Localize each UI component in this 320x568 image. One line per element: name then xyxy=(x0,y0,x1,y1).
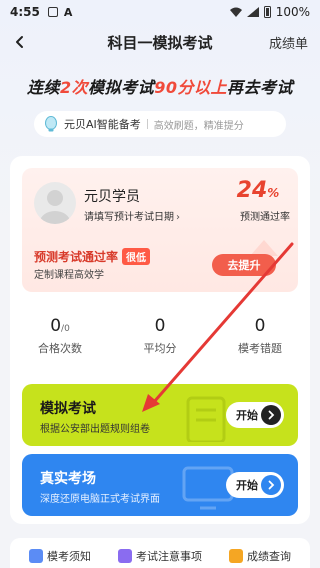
exam-main-card: 元贝学员 请填写预计考试日期 › 24% 预测通过率 预测考试通过率 很低 定制课程… xyxy=(10,156,310,524)
divider xyxy=(146,119,148,129)
ai-prep-subtitle: 高效刷题，精准提分 xyxy=(153,120,244,132)
predict-title: 预测考试通过率 很低 xyxy=(34,248,151,265)
notice-icon xyxy=(29,549,43,563)
battery-level: 100% xyxy=(275,5,310,19)
real-exam-card[interactable]: 真实考场 深度还原电脑正式考试界面 开始 xyxy=(22,454,298,516)
a-icon: A xyxy=(63,5,73,19)
stats-row: 0/0 合格次数 0 平均分 0 模考错题 xyxy=(10,316,310,360)
user-placeholder-icon xyxy=(40,190,70,224)
score-icon xyxy=(229,549,243,563)
pass-rate-label: 预测通过率 xyxy=(240,212,290,223)
exam-date-link[interactable]: 请填写预计考试日期 › xyxy=(84,208,180,223)
stat-average-score[interactable]: 0 平均分 xyxy=(110,316,210,360)
wifi-icon xyxy=(229,7,242,17)
score-report-link[interactable]: 成绩单 xyxy=(269,33,308,52)
chevron-left-icon xyxy=(16,36,23,48)
exam-tip-headline: 连续2次模拟考试90分以上再去考试 xyxy=(27,78,293,97)
notification-icon xyxy=(47,7,58,17)
ai-prep-title: 元贝AI智能备考 xyxy=(64,118,141,131)
mock-exam-start-button[interactable]: 开始 xyxy=(226,402,284,428)
real-exam-start-button[interactable]: 开始 xyxy=(226,472,284,498)
lightbulb-icon xyxy=(45,116,57,132)
improve-button[interactable]: 去提升 xyxy=(212,254,276,276)
tab-score-query[interactable]: 成绩查询 xyxy=(210,548,310,564)
avatar[interactable] xyxy=(34,182,76,224)
real-exam-subtitle: 深度还原电脑正式考试界面 xyxy=(40,494,160,505)
tab-exam-precautions[interactable]: 考试注意事项 xyxy=(110,548,210,564)
mock-exam-title: 模拟考试 xyxy=(40,401,96,417)
predict-subtitle: 定制课程高效学 xyxy=(34,270,104,281)
tab-exam-notice[interactable]: 模考须知 xyxy=(10,548,110,564)
user-prediction-card: 元贝学员 请填写预计考试日期 › 24% 预测通过率 预测考试通过率 很低 定制课程… xyxy=(22,168,298,292)
real-exam-title: 真实考场 xyxy=(40,471,96,487)
pass-rate-value: 24% xyxy=(236,178,280,203)
precautions-icon xyxy=(118,549,132,563)
bottom-tabs: 模考须知 考试注意事项 成绩查询 xyxy=(10,538,310,568)
user-name: 元贝学员 xyxy=(84,189,140,205)
stat-wrong-questions[interactable]: 0 模考错题 xyxy=(210,316,310,360)
chevron-right-icon xyxy=(261,405,281,425)
back-button[interactable] xyxy=(8,30,32,54)
nav-bar: 科目一模拟考试 成绩单 xyxy=(0,24,320,60)
chevron-right-icon xyxy=(261,475,281,495)
signal-icon xyxy=(246,7,259,17)
battery-icon xyxy=(263,6,271,18)
chevron-right-icon: › xyxy=(176,212,180,223)
mock-exam-card[interactable]: 模拟考试 根据公安部出题规则组卷 开始 xyxy=(22,384,298,446)
page-title: 科目一模拟考试 xyxy=(107,33,213,52)
ai-prep-banner[interactable]: 元贝AI智能备考 高效刷题，精准提分 xyxy=(34,111,286,137)
status-bar: 4:55 A 100% xyxy=(0,0,320,24)
status-badge: 很低 xyxy=(122,248,151,265)
status-time: 4:55 xyxy=(10,5,40,19)
stat-pass-count[interactable]: 0/0 合格次数 xyxy=(10,316,110,360)
mock-exam-subtitle: 根据公安部出题规则组卷 xyxy=(40,424,150,435)
